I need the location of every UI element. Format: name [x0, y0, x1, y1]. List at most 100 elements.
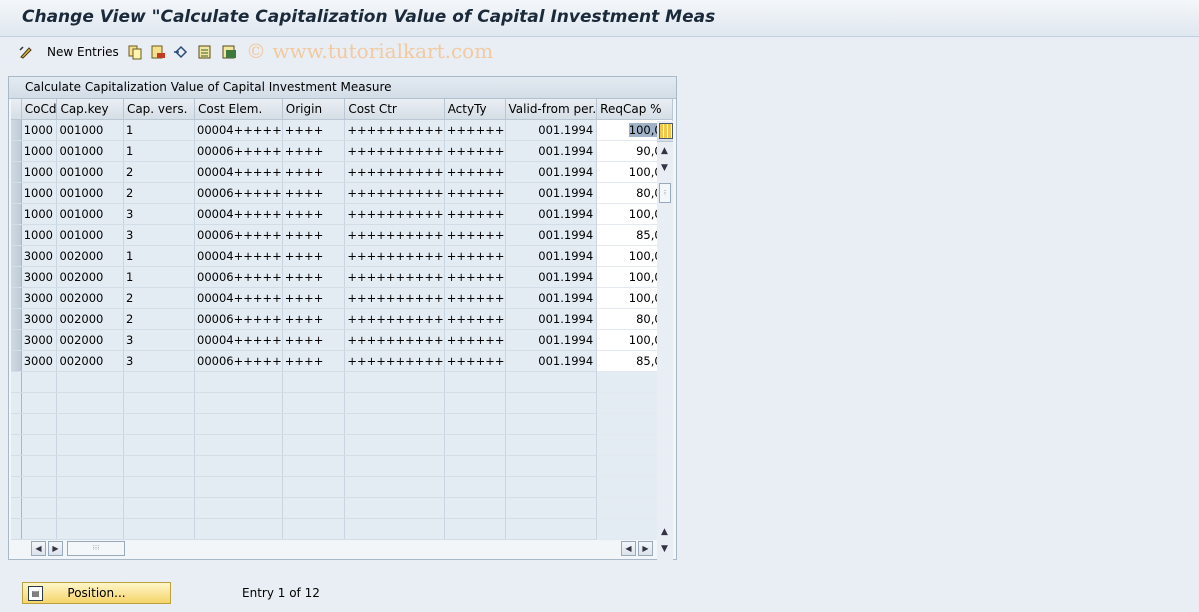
table-cell: [21, 518, 58, 540]
table-row[interactable]: 1000 001000 1 00006+++++ ++++ ++++++++++ +++++…: [11, 140, 673, 162]
row-selector[interactable]: [11, 287, 22, 309]
row-selector[interactable]: [11, 413, 22, 435]
row-selector[interactable]: [11, 455, 22, 477]
empty-table-row[interactable]: [11, 392, 673, 414]
cell-text: 1000: [23, 144, 53, 158]
empty-table-row[interactable]: [11, 455, 673, 477]
column-settings-button[interactable]: [657, 121, 673, 142]
row-selector[interactable]: [11, 119, 22, 141]
deselect-all-button[interactable]: [221, 43, 237, 61]
table-cell: [194, 392, 283, 414]
column-header[interactable]: ReqCap %: [596, 99, 673, 120]
scroll-page-up-icon[interactable]: ▲: [658, 526, 671, 539]
empty-table-row[interactable]: [11, 476, 673, 498]
row-selector[interactable]: [11, 140, 22, 162]
table-cell: 2: [123, 161, 196, 183]
scroll-down-icon[interactable]: ▼: [658, 162, 671, 175]
table-row[interactable]: 3000 002000 3 00004+++++ ++++ ++++++++++ +++++…: [11, 329, 673, 351]
table-row[interactable]: 3000 002000 3 00006+++++ ++++ ++++++++++ +++++…: [11, 350, 673, 372]
table-cell: ++++: [282, 287, 346, 309]
empty-table-row[interactable]: [11, 413, 673, 435]
scroll-thumb[interactable]: ⁝: [659, 183, 671, 203]
column-header[interactable]: CoCd: [21, 99, 58, 120]
table-cell: ++++: [282, 161, 346, 183]
row-selector[interactable]: [11, 392, 22, 414]
row-selector[interactable]: [11, 497, 22, 519]
column-header[interactable]: Cap. vers.: [123, 99, 196, 120]
select-all-button[interactable]: [197, 43, 213, 61]
table-cell: [444, 434, 506, 456]
column-header[interactable]: Cost Elem.: [194, 99, 283, 120]
table-row[interactable]: 1000 001000 2 00006+++++ ++++ ++++++++++ +++++…: [11, 182, 673, 204]
scroll-up-icon[interactable]: ▲: [658, 145, 671, 158]
table-row[interactable]: 1000 001000 1 00004+++++ ++++ ++++++++++ +++++…: [11, 119, 673, 141]
scroll-left-icon[interactable]: ◀: [621, 541, 636, 556]
table-cell: ++++++++++: [344, 350, 445, 372]
table-cell: [56, 413, 124, 435]
table-row[interactable]: 3000 002000 1 00004+++++ ++++ ++++++++++ +++++…: [11, 245, 673, 267]
row-selector[interactable]: [11, 476, 22, 498]
cell-text: 2: [125, 312, 134, 326]
row-selector[interactable]: [11, 434, 22, 456]
table-cell: [194, 371, 283, 393]
scroll-right-icon[interactable]: ▶: [638, 541, 653, 556]
row-selector[interactable]: [11, 329, 22, 351]
table-cell: [123, 518, 196, 540]
table-cell: [56, 518, 124, 540]
cell-text: 3000: [23, 333, 53, 347]
table-cell: 2: [123, 308, 196, 330]
table-cell: ++++: [282, 245, 346, 267]
table-cell: 00004+++++: [194, 161, 283, 183]
scroll-page-down-icon[interactable]: ▼: [658, 543, 671, 556]
column-header[interactable]: Valid-from per.: [505, 99, 598, 120]
horizontal-scroll-thumb[interactable]: ⁝⁝⁝: [67, 541, 125, 556]
cell-text: 1000: [23, 123, 53, 137]
new-entries-button[interactable]: New Entries: [47, 43, 119, 61]
row-selector[interactable]: [11, 203, 22, 225]
table-row[interactable]: 3000 002000 2 00004+++++ ++++ ++++++++++ +++++…: [11, 287, 673, 309]
empty-table-row[interactable]: [11, 518, 673, 540]
table-row[interactable]: 1000 001000 2 00004+++++ ++++ ++++++++++ +++++…: [11, 161, 673, 183]
cell-text: 001.1994: [538, 312, 594, 326]
scroll-right-icon[interactable]: ▶: [48, 541, 63, 556]
delete-button[interactable]: [150, 43, 166, 61]
edit-pencil-button[interactable]: [18, 43, 34, 61]
table-cell: [194, 518, 283, 540]
row-selector[interactable]: [11, 182, 22, 204]
column-header[interactable]: Origin: [282, 99, 346, 120]
row-selector[interactable]: [11, 350, 22, 372]
empty-table-row[interactable]: [11, 497, 673, 519]
table-row[interactable]: 3000 002000 1 00006+++++ ++++ ++++++++++ +++++…: [11, 266, 673, 288]
cell-text: ++++: [284, 165, 324, 179]
undo-button[interactable]: [173, 43, 189, 61]
column-header[interactable]: Cap.key: [56, 99, 124, 120]
row-selector[interactable]: [11, 371, 22, 393]
column-header[interactable]: Cost Ctr: [344, 99, 445, 120]
position-button[interactable]: ▤ Position...: [22, 582, 171, 604]
scroll-left-icon[interactable]: ◀: [31, 541, 46, 556]
cell-text: ++++: [284, 270, 324, 284]
cell-text: 00006+++++: [197, 312, 282, 326]
cell-text: ++++: [284, 123, 324, 137]
cell-text: ++++++++++: [347, 207, 444, 221]
row-selector[interactable]: [11, 224, 22, 246]
row-selector[interactable]: [11, 266, 22, 288]
row-selector[interactable]: [11, 308, 22, 330]
cell-text: 00006+++++: [197, 186, 282, 200]
cell-text: 001.1994: [538, 249, 594, 263]
row-selector[interactable]: [11, 245, 22, 267]
table-row[interactable]: 1000 001000 3 00004+++++ ++++ ++++++++++ +++++…: [11, 203, 673, 225]
row-selector[interactable]: [11, 518, 22, 540]
empty-table-row[interactable]: [11, 434, 673, 456]
table-cell: 001.1994: [505, 182, 598, 204]
table-cell: 1000: [21, 140, 58, 162]
table-row[interactable]: 3000 002000 2 00006+++++ ++++ ++++++++++ +++++…: [11, 308, 673, 330]
table-cell: ++++++: [444, 245, 506, 267]
empty-table-row[interactable]: [11, 371, 673, 393]
row-selector[interactable]: [11, 161, 22, 183]
copy-button[interactable]: [127, 43, 143, 61]
column-header[interactable]: ActyTy: [444, 99, 506, 120]
vertical-scrollbar[interactable]: ▲ ▼ ⁝ ▲ ▼: [657, 121, 673, 561]
table-row[interactable]: 1000 001000 3 00006+++++ ++++ ++++++++++ +++++…: [11, 224, 673, 246]
row-selector-header[interactable]: [11, 99, 22, 120]
